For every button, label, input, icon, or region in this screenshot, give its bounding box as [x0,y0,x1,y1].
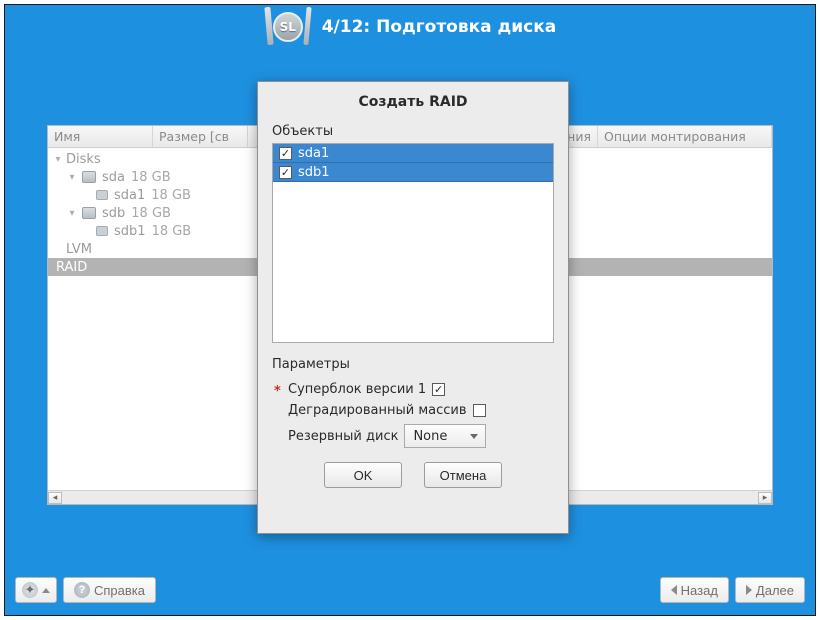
object-checkbox[interactable]: ✓ [279,147,292,160]
object-name: sdb1 [298,165,330,180]
chevron-left-icon [671,585,677,595]
object-name: sda1 [298,146,329,161]
param-spare: Резервный диск None [272,424,554,448]
col-mount-options[interactable]: Опции монтирования [598,126,772,147]
superblock-checkbox[interactable]: ✓ [432,383,445,396]
partition-icon [96,226,108,236]
params-section-label: Параметры [272,353,554,376]
page-title: 4/12: Подготовка диска [322,17,557,37]
next-button[interactable]: Далее [735,577,805,603]
scroll-left-button[interactable]: ◂ [48,492,62,504]
object-item[interactable]: ✓ sda1 [273,144,553,163]
degraded-checkbox[interactable] [473,404,486,417]
help-icon: ? [74,582,90,598]
required-marker: * [274,384,281,399]
installer-window: SL 4/12: Подготовка диска Имя Размер [св… [4,4,816,616]
disk-icon [82,207,96,219]
col-size[interactable]: Размер [св [153,126,248,147]
cancel-button[interactable]: Отмена [424,462,502,488]
col-name[interactable]: Имя [48,126,153,147]
objects-listbox[interactable]: ✓ sda1 ✓ sdb1 [272,143,554,343]
create-raid-dialog: Создать RAID Объекты ✓ sda1 ✓ sdb1 Парам… [257,81,569,534]
degraded-label: Деградированный массив [288,403,467,418]
superblock-label: Суперблок версии 1 [288,382,426,397]
disk-icon [82,171,96,183]
spare-select[interactable]: None [404,424,486,448]
param-degraded: Деградированный массив [272,403,554,418]
object-item[interactable]: ✓ sdb1 [273,163,553,182]
chevron-up-icon [42,588,50,593]
wizard-footer: ✦ ? Справка Назад Далее [15,575,805,605]
help-button[interactable]: ? Справка [63,577,156,603]
gear-icon: ✦ [22,582,38,598]
params-group: * Суперблок версии 1 ✓ Деградированный м… [272,376,554,448]
scroll-right-button[interactable]: ▸ [758,492,772,504]
sl-badge-text: SL [273,12,303,42]
chevron-right-icon [746,585,752,595]
dialog-title: Создать RAID [272,94,554,120]
wizard-header: SL 4/12: Подготовка диска [5,5,815,49]
back-button[interactable]: Назад [660,577,729,603]
spare-value: None [413,429,447,444]
param-superblock: * Суперблок версии 1 ✓ [272,382,554,397]
partition-icon [96,190,108,200]
actions-menu-button[interactable]: ✦ [15,577,57,603]
objects-section-label: Объекты [272,120,554,143]
dialog-actions: OK Отмена [272,448,554,488]
spare-label: Резервный диск [288,429,398,444]
ok-button[interactable]: OK [324,462,402,488]
distro-logo: SL [264,7,312,47]
chevron-down-icon [470,434,478,439]
object-checkbox[interactable]: ✓ [279,166,292,179]
